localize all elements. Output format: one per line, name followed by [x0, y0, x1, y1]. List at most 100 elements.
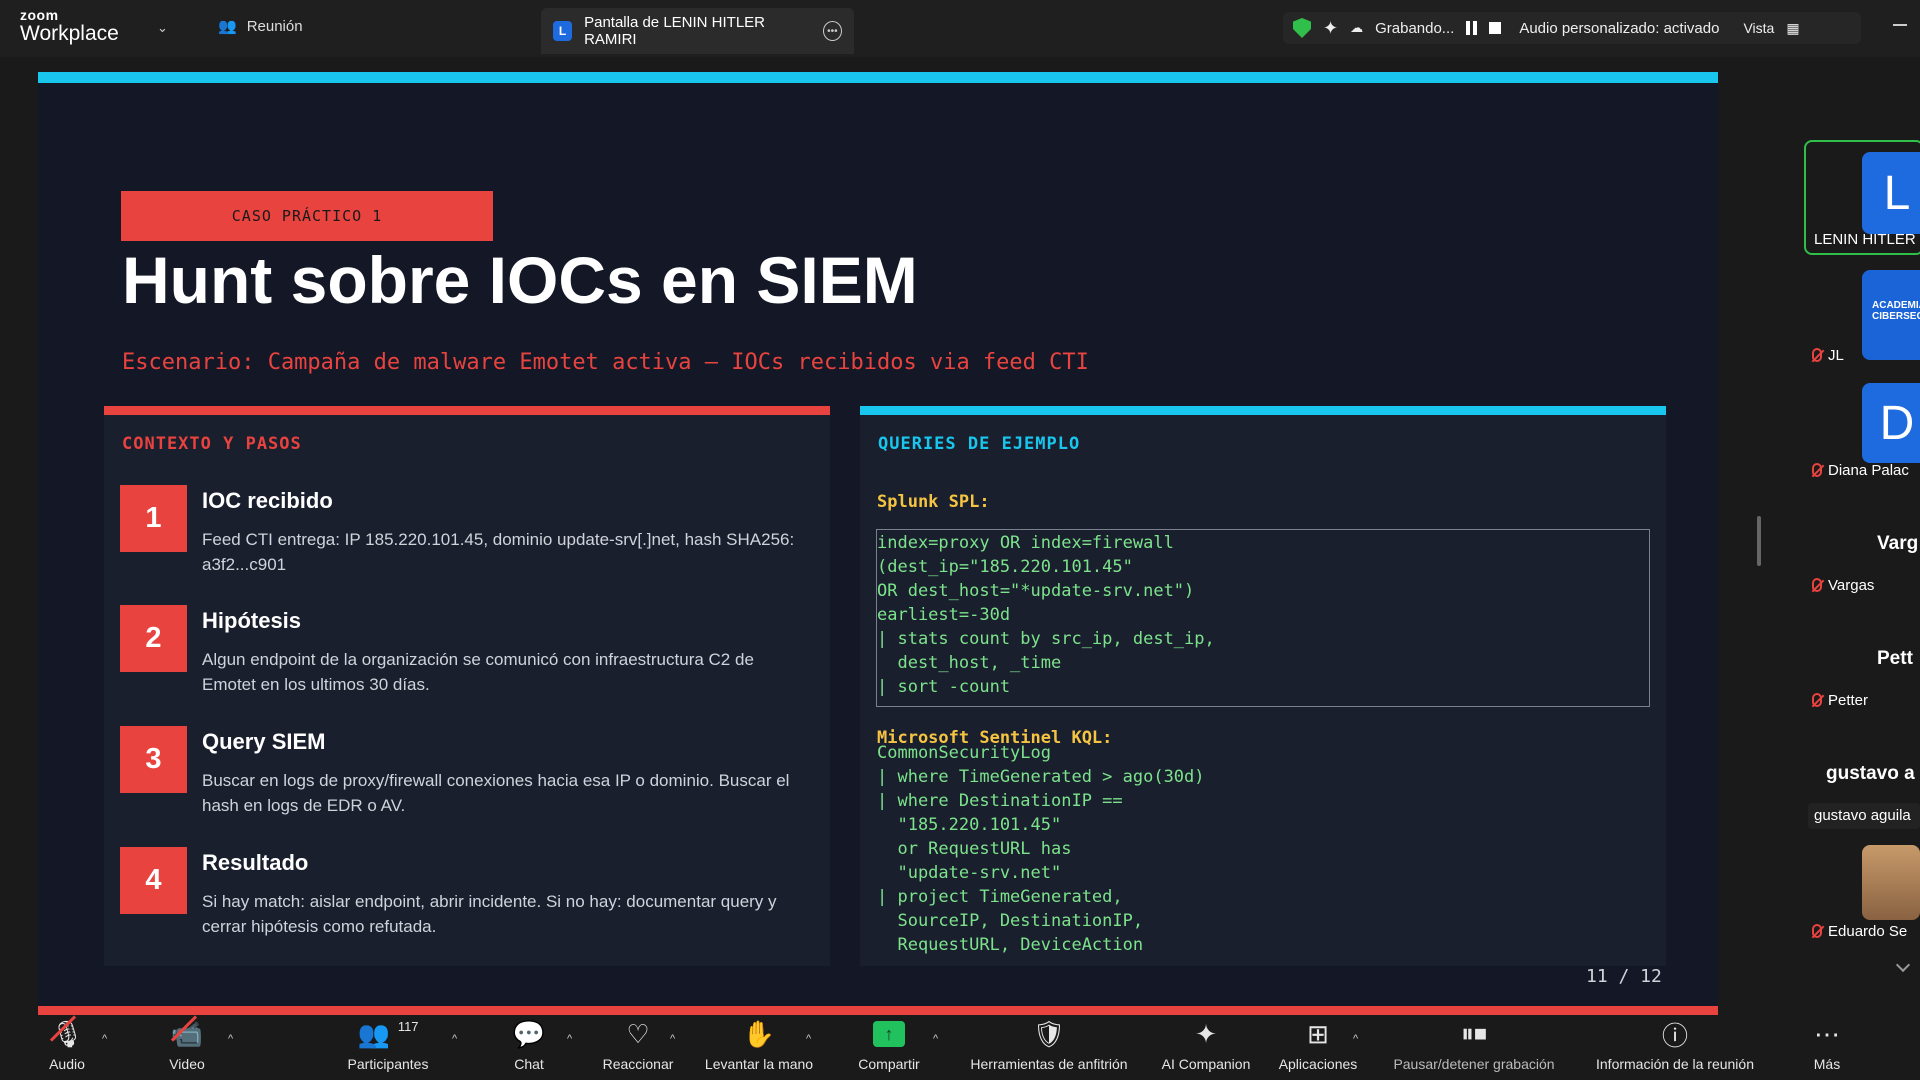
- brand-top: zoom: [20, 7, 59, 23]
- slide-title: Hunt sobre IOCs en SIEM: [122, 243, 918, 317]
- presenter-avatar: L: [553, 21, 573, 41]
- step-number: 4: [120, 847, 187, 914]
- apps-options-caret[interactable]: ^: [1353, 1033, 1358, 1045]
- chevron-down-icon[interactable]: [1895, 957, 1911, 973]
- more-label: Más: [1813, 1056, 1841, 1072]
- step-title: Resultado: [202, 850, 309, 875]
- pause-stop-recording-icon: ⏸⏹: [1460, 1018, 1487, 1048]
- video-off-icon: 📹: [171, 1015, 203, 1053]
- step-number: 1: [120, 485, 187, 552]
- share-label: Compartir: [858, 1056, 920, 1072]
- security-shield-icon[interactable]: [1293, 18, 1311, 38]
- participant-header: gustavo a: [1826, 763, 1915, 784]
- zoom-workplace-logo[interactable]: zoom Workplace: [20, 8, 119, 44]
- brand-bottom: Workplace: [20, 22, 119, 45]
- host-shield-icon: 🛡: [1032, 1018, 1066, 1049]
- video-label: Video: [169, 1056, 205, 1072]
- apps-icon: ⊞: [1307, 1018, 1329, 1049]
- pause-recording-label: Pausar/detener grabación: [1393, 1056, 1555, 1072]
- step-number: 2: [120, 605, 187, 672]
- participants-button[interactable]: 👥 117 Participantes: [344, 1015, 432, 1080]
- participant-name: Vargas: [1812, 577, 1874, 594]
- meeting-info-label: Información de la reunión: [1596, 1056, 1754, 1072]
- participant-label: Petter: [1828, 692, 1869, 709]
- step-title: Query SIEM: [202, 729, 326, 754]
- participant-name: gustavo aguila: [1814, 807, 1911, 824]
- host-tools-label: Herramientas de anfitrión: [970, 1056, 1128, 1072]
- participant-name: JL: [1812, 347, 1844, 364]
- video-button[interactable]: 📹 Video: [164, 1015, 210, 1080]
- hand-icon: ✋: [742, 1018, 776, 1049]
- shared-slide: CASO PRÁCTICO 1 Hunt sobre IOCs en SIEM …: [38, 72, 1718, 1018]
- raise-hand-button[interactable]: ✋ Levantar la mano: [700, 1015, 818, 1080]
- video-options-caret[interactable]: ^: [228, 1033, 233, 1045]
- apps-label: Aplicaciones: [1278, 1056, 1358, 1072]
- participant-label: Eduardo Se: [1828, 923, 1908, 940]
- participants-options-caret[interactable]: ^: [452, 1033, 457, 1045]
- slide-scenario: Escenario: Campaña de malware Emotet act…: [122, 350, 1089, 375]
- step-title: IOC recibido: [202, 488, 333, 513]
- stop-recording-icon[interactable]: [1489, 22, 1502, 34]
- more-icon: ⋯: [1814, 1018, 1840, 1049]
- ai-sparkle-icon: ✦: [1195, 1018, 1217, 1049]
- pause-recording-icon[interactable]: [1466, 21, 1478, 35]
- heart-icon: ♡: [626, 1018, 650, 1049]
- splunk-label: Splunk SPL:: [877, 492, 990, 512]
- case-badge: CASO PRÁCTICO 1: [121, 191, 493, 241]
- participant-header: Pett: [1877, 648, 1913, 669]
- ai-sparkle-icon[interactable]: ✦: [1323, 18, 1338, 39]
- grid-view-icon[interactable]: ▦: [1786, 20, 1799, 37]
- step-title: Hipótesis: [202, 608, 302, 633]
- screen-share-tab[interactable]: L Pantalla de LENIN HITLER RAMIRI •••: [541, 8, 854, 54]
- audio-label: Audio: [49, 1056, 85, 1072]
- react-options-caret[interactable]: ^: [670, 1033, 675, 1045]
- slide-page-number: 11 / 12: [1586, 966, 1662, 987]
- participant-name: Petter: [1812, 692, 1868, 709]
- chevron-down-icon[interactable]: ⌄: [157, 20, 168, 36]
- apps-button[interactable]: ⊞ Aplicaciones: [1275, 1015, 1361, 1080]
- host-tools-button[interactable]: 🛡 Herramientas de anfitrión: [963, 1015, 1135, 1080]
- share-tab-title: Pantalla de LENIN HITLER RAMIRI: [584, 14, 766, 48]
- audio-button[interactable]: 🎙 Audio: [44, 1015, 90, 1080]
- participant-label: JL: [1828, 347, 1844, 364]
- mic-muted-icon: 🎙: [50, 1015, 83, 1053]
- meeting-status-group: ✦ ☁ Grabando... Audio personalizado: act…: [1283, 12, 1861, 44]
- chat-button[interactable]: 💬 Chat: [511, 1015, 547, 1080]
- participant-name: LENIN HITLER: [1814, 231, 1916, 248]
- mic-muted-icon: [1812, 348, 1822, 362]
- raise-hand-label: Levantar la mano: [704, 1056, 814, 1072]
- sidebar-scrollbar[interactable]: [1757, 516, 1761, 566]
- example-queries-panel: QUERIES DE EJEMPLO Splunk SPL: index=pro…: [860, 406, 1666, 966]
- meeting-tab-label: Reunión: [246, 17, 303, 35]
- chat-label: Chat: [514, 1056, 544, 1072]
- react-button[interactable]: ♡ Reaccionar: [600, 1015, 676, 1080]
- queries-heading: QUERIES DE EJEMPLO: [878, 434, 1081, 454]
- meeting-tab[interactable]: 👥 Reunión: [218, 17, 303, 36]
- participant-logo: ACADEMIA CIBERSEGU: [1862, 270, 1920, 360]
- chat-options-caret[interactable]: ^: [567, 1033, 572, 1045]
- recording-status: Grabando...: [1375, 19, 1455, 37]
- mic-muted-icon: [1812, 463, 1822, 477]
- pause-recording-button[interactable]: ⏸⏹ Pausar/detener grabación: [1386, 1015, 1562, 1080]
- participant-name: Eduardo Se: [1812, 923, 1907, 940]
- minimize-icon[interactable]: [1893, 24, 1907, 26]
- meeting-top-bar: zoom Workplace ⌄ 👥 Reunión L Pantalla de…: [0, 0, 1920, 57]
- step-description: Feed CTI entrega: IP 185.220.101.45, dom…: [202, 530, 795, 574]
- context-heading: CONTEXTO Y PASOS: [122, 434, 302, 454]
- participants-count: 117: [397, 1019, 419, 1034]
- more-button[interactable]: ⋯ Más: [1808, 1015, 1846, 1080]
- raise-hand-options-caret[interactable]: ^: [806, 1033, 811, 1045]
- share-button[interactable]: ↑ Compartir: [854, 1015, 924, 1080]
- step-description: Si hay match: aislar endpoint, abrir inc…: [202, 892, 777, 936]
- cloud-recording-icon: ☁: [1350, 20, 1364, 35]
- share-options-caret[interactable]: ^: [933, 1033, 938, 1045]
- view-button[interactable]: Vista: [1743, 20, 1774, 36]
- more-options-icon[interactable]: •••: [822, 21, 842, 41]
- splunk-code: index=proxy OR index=firewall (dest_ip="…: [877, 533, 1215, 697]
- info-icon: ⓘ: [1661, 1020, 1688, 1051]
- audio-options-caret[interactable]: ^: [102, 1033, 107, 1045]
- meeting-info-button[interactable]: ⓘ Información de la reunión: [1586, 1015, 1764, 1080]
- ai-companion-button[interactable]: ✦ AI Companion: [1156, 1015, 1256, 1080]
- audio-status: Audio personalizado: activado: [1519, 19, 1720, 37]
- participants-icon: 👥 117: [357, 1018, 419, 1049]
